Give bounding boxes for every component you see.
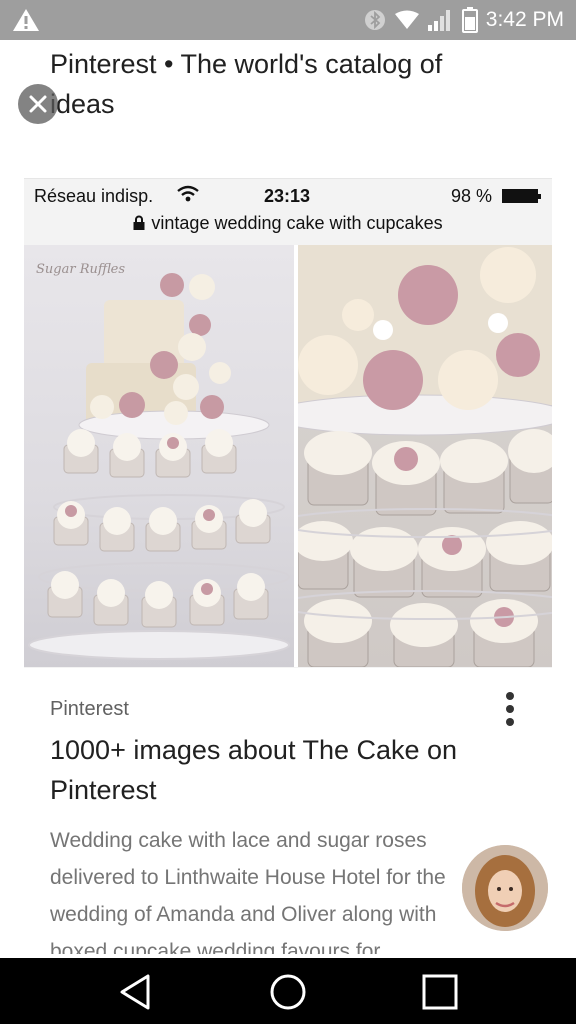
preview-carrier: Réseau indisp.	[34, 186, 154, 206]
lock-icon	[133, 215, 145, 230]
avatar[interactable]	[462, 845, 548, 931]
cake-photo-left: Sugar Ruffles	[24, 245, 294, 667]
cake-illustration-left: Sugar Ruffles	[28, 262, 290, 660]
result-description: Wedding cake with lace and sugar roses d…	[50, 829, 446, 954]
status-time: 3:42 PM	[485, 8, 564, 31]
preview-battery-percent: 98 %	[451, 186, 493, 206]
cake-illustration-right	[298, 245, 552, 667]
signal-icon	[427, 10, 450, 31]
warning-icon	[13, 9, 39, 31]
result-image[interactable]: Réseau indisp. 23:13 98 % vintage weddin…	[24, 178, 552, 668]
preview-status-bar: Réseau indisp. 23:13 98 %	[24, 179, 552, 213]
page-title[interactable]: Pinterest • The world's catalog of ideas	[50, 44, 510, 124]
preview-url: vintage wedding cake with cupcakes	[151, 213, 443, 233]
watermark-text: Sugar Ruffles	[36, 262, 125, 277]
result-source[interactable]: Pinterest	[50, 698, 129, 721]
close-button[interactable]	[18, 84, 58, 124]
status-bar: 3:42 PM	[0, 0, 576, 40]
preview-battery-icon	[502, 189, 541, 203]
preview-time: 23:13	[264, 186, 311, 206]
preview-wifi-icon	[177, 185, 199, 202]
home-icon[interactable]	[266, 970, 310, 1014]
back-icon[interactable]	[114, 970, 158, 1014]
navigation-bar	[0, 958, 576, 1024]
more-options-icon[interactable]	[498, 690, 522, 728]
wifi-icon	[394, 10, 419, 29]
recents-icon[interactable]	[418, 970, 462, 1014]
preview-url-bar: vintage wedding cake with cupcakes	[24, 213, 552, 243]
avatar-image	[462, 845, 548, 931]
result-title[interactable]: 1000+ images about The Cake on Pinterest	[50, 730, 490, 810]
cake-photo-right	[298, 245, 552, 667]
close-icon	[29, 95, 47, 113]
battery-icon	[461, 7, 478, 33]
bluetooth-icon	[364, 10, 385, 30]
